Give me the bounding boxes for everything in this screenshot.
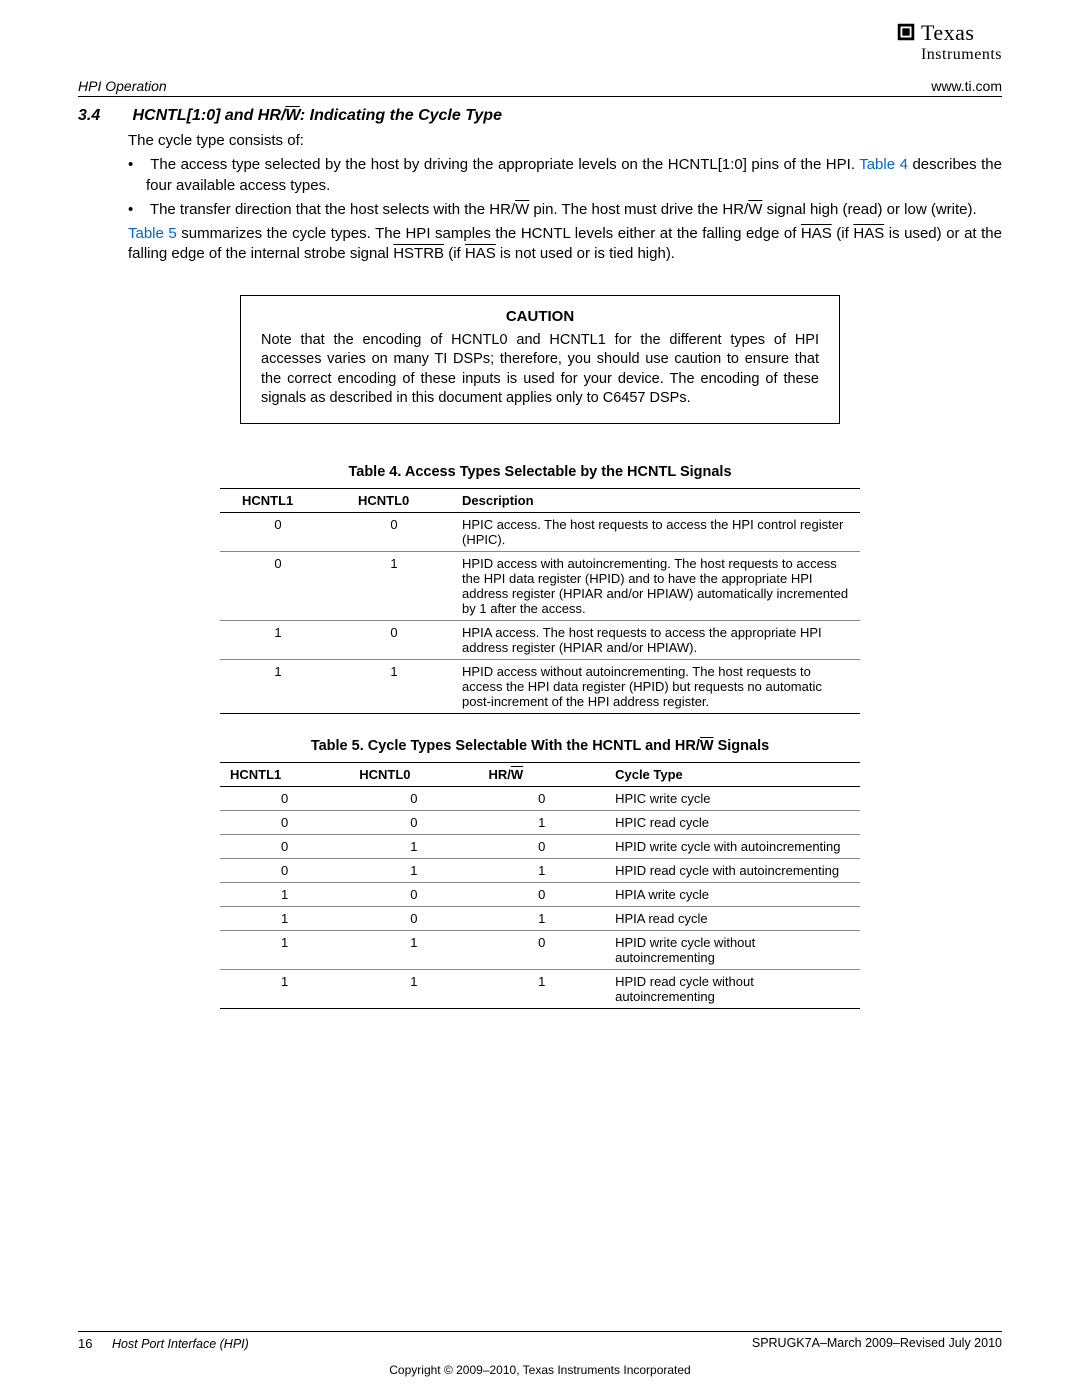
table-row: 1 0 HPIA access. The host requests to ac… xyxy=(220,620,860,659)
table4-title: Table 4. Access Types Selectable by the … xyxy=(78,464,1002,480)
table-row: 1 1 HPID access without autoincrementing… xyxy=(220,659,860,713)
table-5: HCNTL1 HCNTL0 HR/W Cycle Type 000HPIC wr… xyxy=(220,762,860,1009)
table-row: 000HPIC write cycle xyxy=(220,786,860,810)
section-heading: 3.4 HCNTL[1:0] and HR/W: Indicating the … xyxy=(78,107,1002,125)
table-row: 100HPIA write cycle xyxy=(220,882,860,906)
table5-title: Table 5. Cycle Types Selectable With the… xyxy=(78,738,1002,754)
header-url: www.ti.com xyxy=(931,78,1002,94)
ti-logo: Texas Instruments xyxy=(895,20,1002,64)
table5-link[interactable]: Table 5 xyxy=(128,225,177,242)
footer-doc-id: SPRUGK7A–March 2009–Revised July 2010 xyxy=(752,1336,1002,1350)
table-row: 010HPID write cycle with autoincrementin… xyxy=(220,834,860,858)
t4-h2: HCNTL0 xyxy=(336,488,452,512)
table-row: 0 0 HPIC access. The host requests to ac… xyxy=(220,512,860,551)
t5-h2: HCNTL0 xyxy=(349,762,478,786)
table-row: 001HPIC read cycle xyxy=(220,810,860,834)
logo-text-top: Texas xyxy=(921,20,975,45)
body-text: The cycle type consists of: The access t… xyxy=(128,131,1002,265)
caution-box: CAUTION Note that the encoding of HCNTL0… xyxy=(240,295,840,424)
section-title-suffix: : Indicating the Cycle Type xyxy=(300,107,502,124)
table-row: 110HPID write cycle without autoincremen… xyxy=(220,930,860,969)
page-number: 16 xyxy=(78,1336,92,1351)
caution-title: CAUTION xyxy=(261,308,819,325)
bullet-2: The transfer direction that the host sel… xyxy=(146,200,1002,220)
ti-chip-icon xyxy=(895,21,917,43)
table-row: 0 1 HPID access with autoincrementing. T… xyxy=(220,551,860,620)
section-title-part: HCNTL[1:0] and HR/ xyxy=(132,107,285,124)
table-4: HCNTL1 HCNTL0 Description 0 0 HPIC acces… xyxy=(220,488,860,714)
copyright-line: Copyright © 2009–2010, Texas Instruments… xyxy=(0,1363,1080,1377)
section-number: 3.4 xyxy=(78,107,128,125)
logo-text-bottom: Instruments xyxy=(921,46,1002,63)
section-title-w: W xyxy=(285,107,300,124)
table-row: 101HPIA read cycle xyxy=(220,906,860,930)
t4-h1: HCNTL1 xyxy=(220,488,336,512)
table4-link[interactable]: Table 4 xyxy=(859,156,908,173)
page-footer: 16 Host Port Interface (HPI) SPRUGK7A–Ma… xyxy=(78,1331,1002,1351)
table-row: 111HPID read cycle without autoincrement… xyxy=(220,969,860,1008)
bullet-1: The access type selected by the host by … xyxy=(146,155,1002,196)
intro-line: The cycle type consists of: xyxy=(128,131,1002,151)
page-header: HPI Operation www.ti.com xyxy=(78,78,1002,97)
t4-h3: Description xyxy=(452,488,860,512)
table-row: 011HPID read cycle with autoincrementing xyxy=(220,858,860,882)
t5-h1: HCNTL1 xyxy=(220,762,349,786)
footer-doc-title: Host Port Interface (HPI) xyxy=(112,1337,249,1351)
caution-text: Note that the encoding of HCNTL0 and HCN… xyxy=(261,331,819,409)
t5-h4: Cycle Type xyxy=(605,762,860,786)
paragraph-2: Table 5 summarizes the cycle types. The … xyxy=(128,224,1002,265)
header-section-title: HPI Operation xyxy=(78,78,167,94)
t5-h3: HR/W xyxy=(478,762,605,786)
